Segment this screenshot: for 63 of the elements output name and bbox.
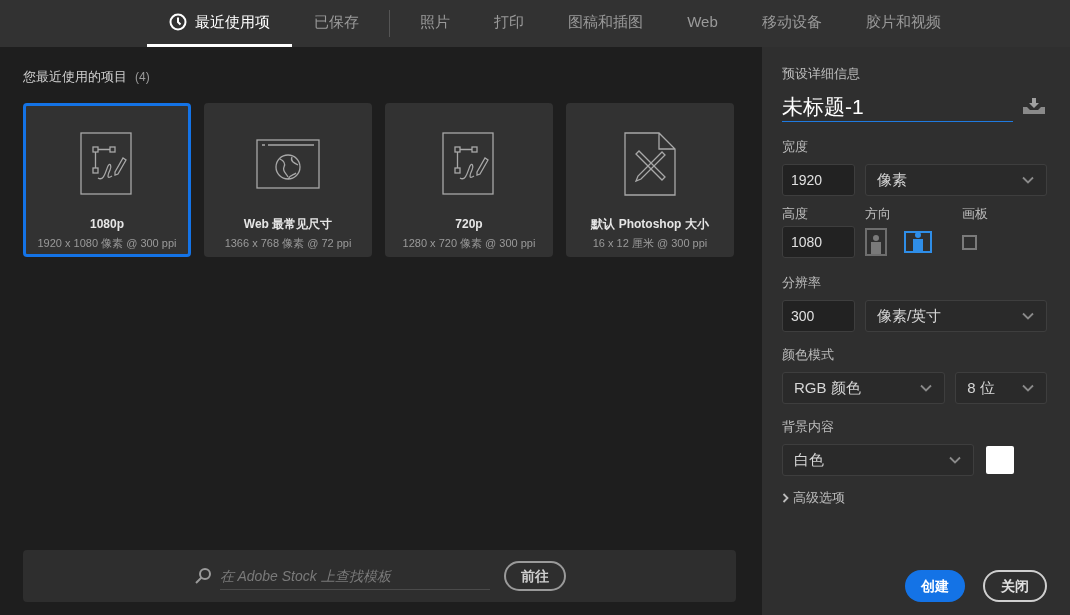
search-icon [193, 567, 212, 585]
document-name-field[interactable]: 未标题-1 [782, 92, 1013, 122]
color-mode-label: 颜色模式 [782, 347, 834, 362]
clock-icon [169, 13, 188, 31]
width-label: 宽度 [782, 139, 808, 154]
item-count: (4) [135, 68, 150, 86]
preset-detail: 1366 x 768 像素 @ 72 ppi [224, 235, 352, 251]
chevron-down-icon [1022, 312, 1034, 320]
preset-card[interactable]: Web 最常见尺寸 1366 x 768 像素 @ 72 ppi [204, 102, 372, 257]
drawing-document-icon [442, 131, 496, 196]
chevron-down-icon [1022, 176, 1034, 184]
drawing-document-icon [80, 131, 134, 196]
artboard-label: 画板 [962, 207, 988, 220]
preset-detail: 1280 x 720 像素 @ 300 ppi [402, 235, 536, 251]
category-tab[interactable]: Web [665, 0, 740, 47]
background-select[interactable]: 白色 [782, 444, 974, 476]
stock-search-field[interactable]: 在 Adobe Stock 上查找模板 [219, 562, 490, 590]
background-label: 背景内容 [782, 419, 834, 434]
preset-detail: 1920 x 1080 像素 @ 300 ppi [37, 235, 177, 251]
orientation-label: 方向 [865, 207, 892, 220]
section-title: 您最近使用的项目 [23, 68, 127, 86]
chevron-down-icon [949, 456, 961, 464]
resolution-label: 分辨率 [782, 275, 821, 290]
preset-card[interactable]: 720p 1280 x 720 像素 @ 300 ppi [385, 102, 553, 257]
person-icon [869, 234, 883, 254]
person-icon [911, 231, 925, 251]
go-button[interactable]: 前往 [503, 561, 566, 591]
panel-heading: 预设详细信息 [782, 67, 861, 80]
portrait-orientation-button[interactable] [865, 228, 887, 256]
create-button[interactable]: 创建 [905, 570, 965, 602]
resolution-unit-select[interactable]: 像素/英寸 [865, 300, 1047, 332]
preset-card[interactable]: 默认 Photoshop 大小 16 x 12 厘米 @ 300 ppi [566, 102, 734, 257]
preset-card[interactable]: 1080p 1920 x 1080 像素 @ 300 ppi [23, 102, 191, 257]
bit-depth-select[interactable]: 8 位 [955, 372, 1047, 404]
height-field[interactable]: 1080 [782, 226, 855, 258]
category-tab[interactable]: 图稿和插图 [546, 0, 666, 47]
preset-detail: 16 x 12 厘米 @ 300 ppi [592, 235, 708, 251]
width-unit-select[interactable]: 像素 [865, 164, 1047, 196]
preset-name: 1080p [90, 215, 124, 233]
chevron-down-icon [1022, 384, 1034, 392]
category-tab[interactable]: 移动设备 [739, 0, 844, 47]
width-field[interactable]: 1920 [782, 164, 855, 196]
preset-name: 720p [455, 215, 483, 233]
chevron-right-icon [782, 492, 789, 503]
ruler-pencil-document-icon [624, 131, 676, 196]
close-button[interactable]: 关闭 [983, 570, 1047, 602]
category-tab[interactable]: 最近使用项 [147, 0, 293, 47]
color-mode-select[interactable]: RGB 颜色 [782, 372, 946, 404]
resolution-field[interactable]: 300 [782, 300, 855, 332]
landscape-orientation-button[interactable] [904, 231, 932, 253]
preset-name: Web 最常见尺寸 [243, 215, 333, 233]
category-tab[interactable]: 打印 [472, 0, 547, 47]
browser-globe-icon [256, 138, 320, 189]
chevron-down-icon [920, 384, 933, 392]
height-label: 高度 [782, 207, 809, 220]
color-swatch[interactable] [986, 446, 1014, 474]
category-tab[interactable]: 照片 [398, 0, 473, 47]
category-tab[interactable]: 已保存 [292, 0, 382, 47]
advanced-options-toggle[interactable]: 高级选项 [782, 488, 1047, 508]
preset-name: 默认 Photoshop 大小 [591, 215, 709, 233]
category-tab[interactable]: 胶片和视频 [843, 0, 963, 47]
artboard-checkbox[interactable] [962, 234, 977, 250]
download-icon[interactable] [1023, 98, 1045, 114]
